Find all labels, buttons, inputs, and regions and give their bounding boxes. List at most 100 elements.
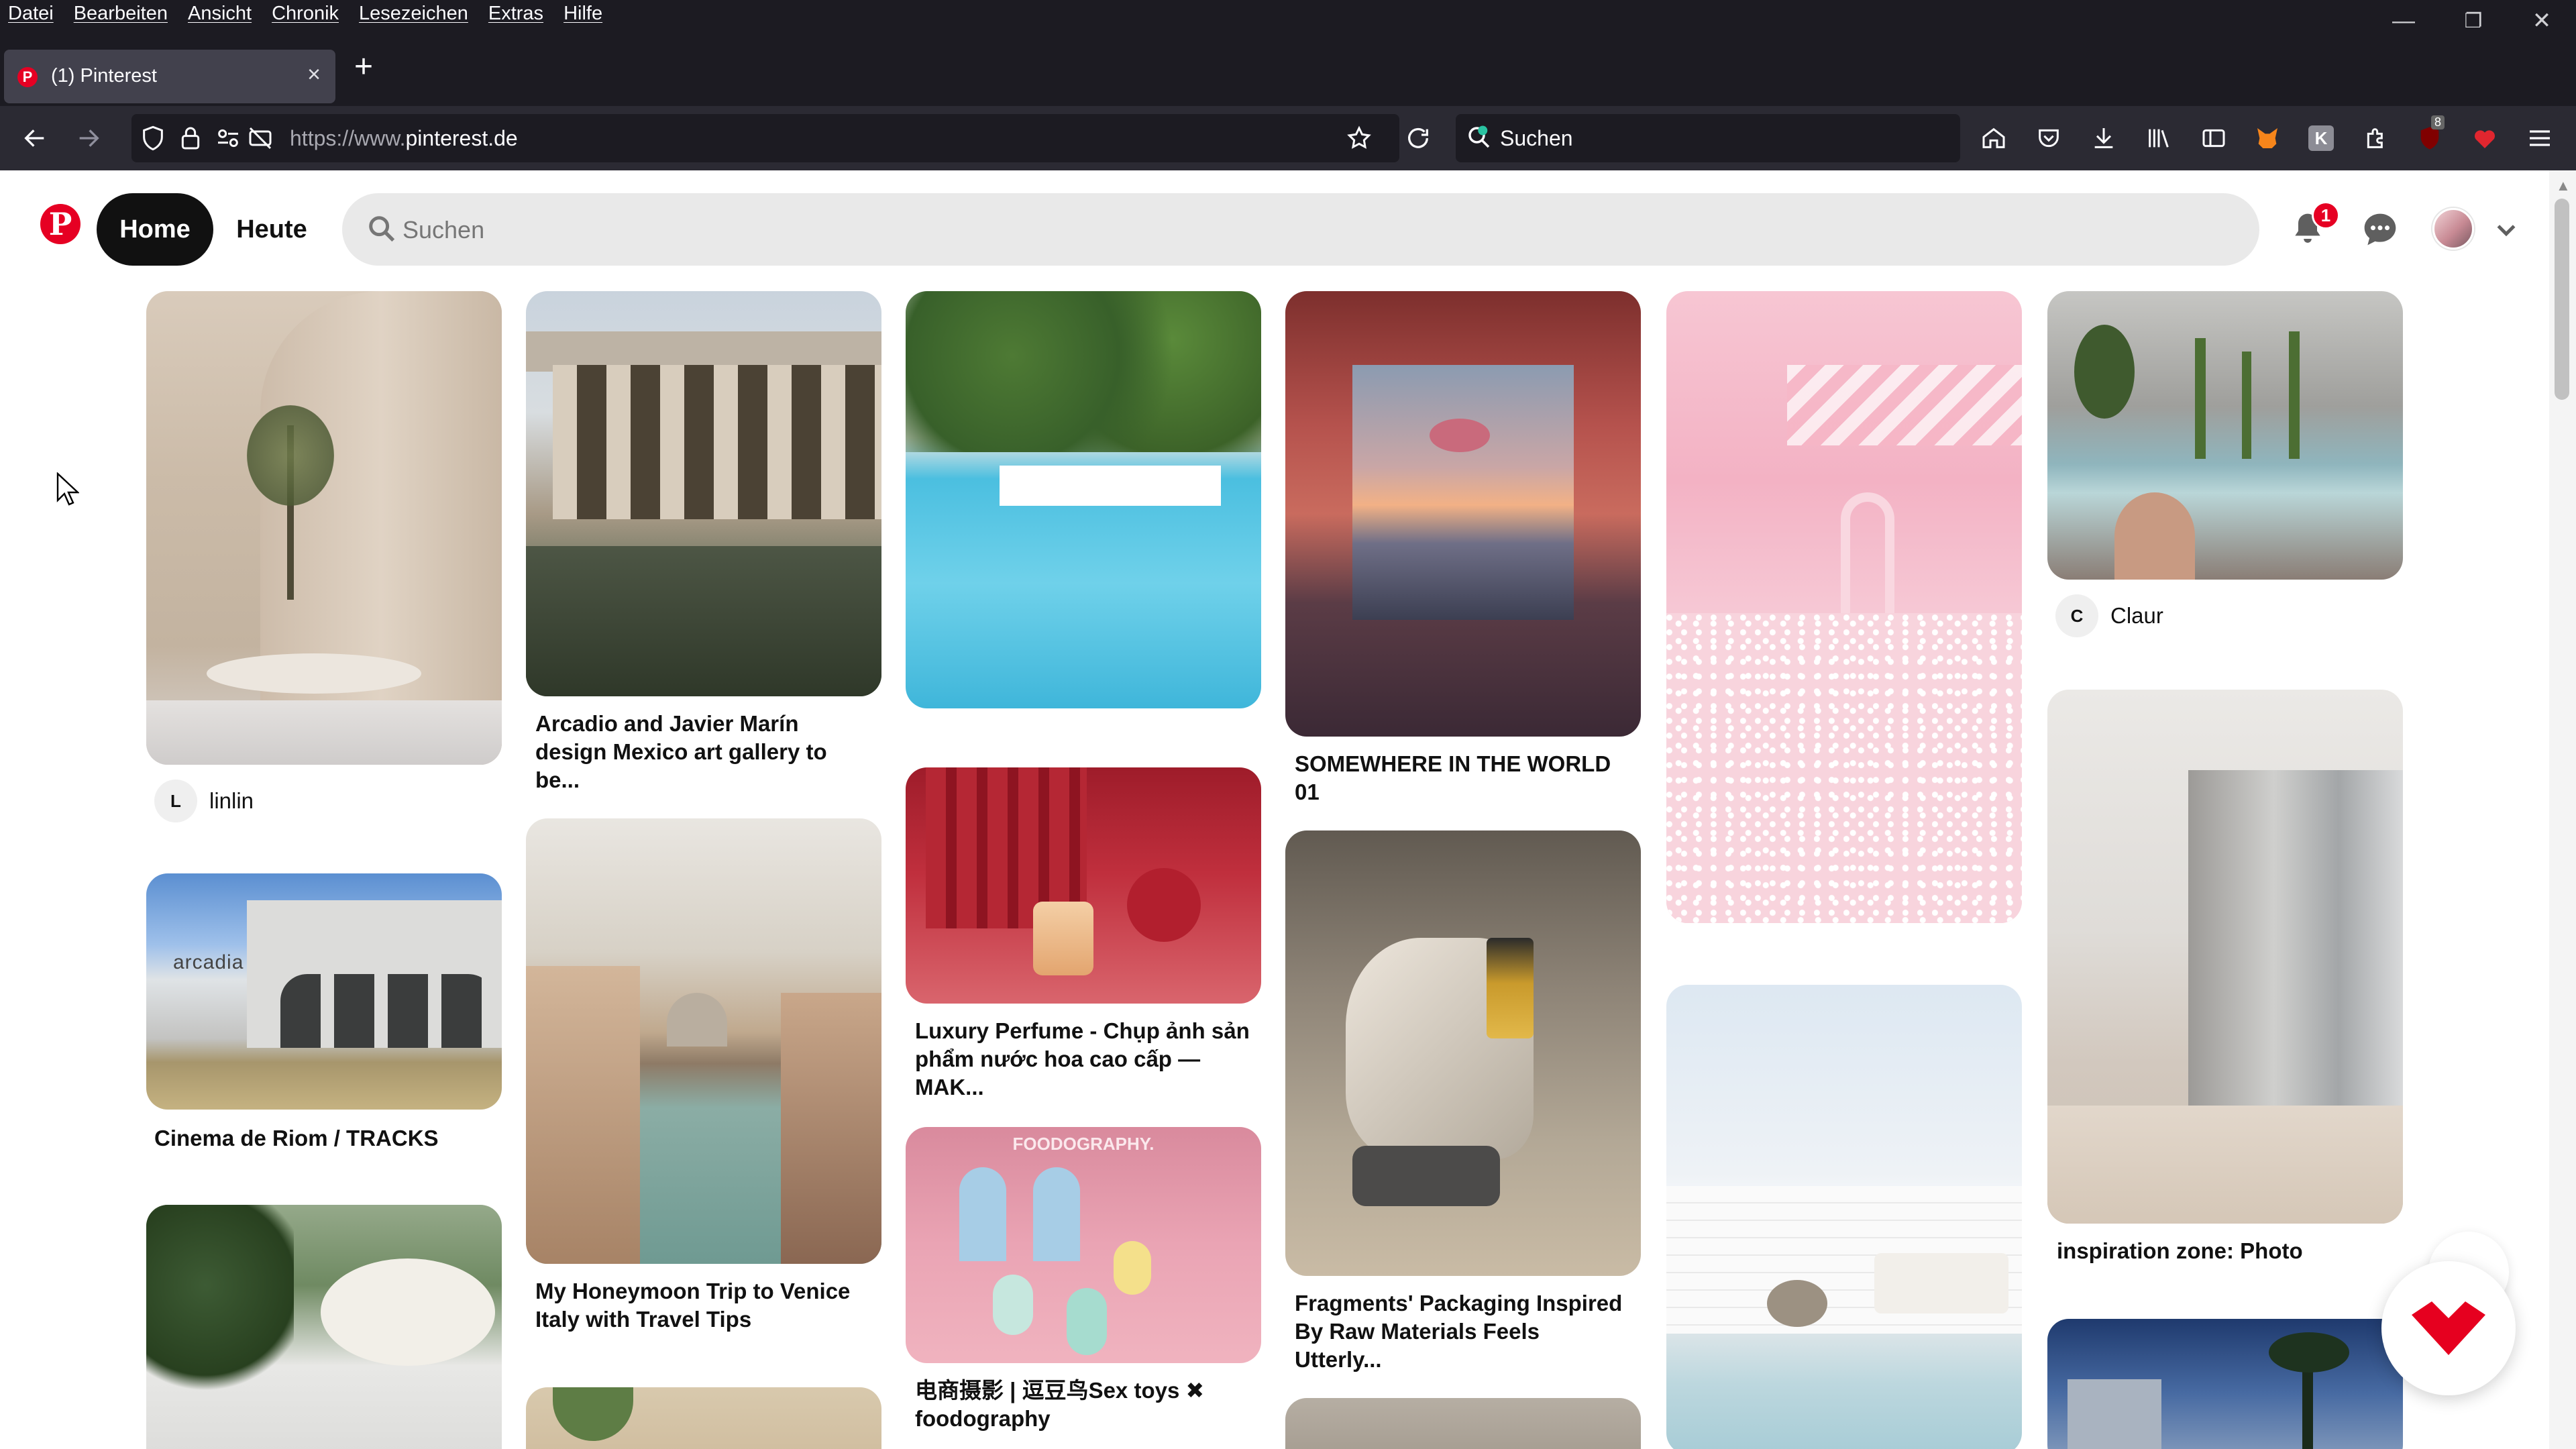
pin-image[interactable] xyxy=(1666,985,2022,1449)
reload-button[interactable] xyxy=(1399,119,1437,157)
new-tab-button[interactable]: + xyxy=(354,51,373,83)
ublock-extension-button[interactable]: 8 xyxy=(2411,115,2449,157)
download-icon xyxy=(2094,128,2113,148)
pin-caption[interactable]: Luxury Perfume - Chụp ảnh sản phẩm nước … xyxy=(915,1017,1250,1102)
pin-caption[interactable]: Cinema de Riom / TRACKS xyxy=(154,1124,490,1152)
pin-caption[interactable]: Arcadio and Javier Marín design Mexico a… xyxy=(535,710,871,794)
nav-today-button[interactable]: Heute xyxy=(221,193,322,266)
nav-home-button[interactable]: Home xyxy=(97,193,213,266)
back-button[interactable] xyxy=(16,119,54,157)
pin-caption[interactable]: My Honeymoon Trip to Venice Italy with T… xyxy=(535,1277,871,1334)
pin-image[interactable] xyxy=(906,291,1261,708)
fox-icon xyxy=(2257,128,2277,148)
pinterest-favicon-icon: P xyxy=(17,67,38,87)
user-avatar[interactable] xyxy=(2432,208,2474,250)
floating-action-button[interactable] xyxy=(2381,1261,2516,1395)
menu-hilfe[interactable]: Hilfe xyxy=(564,3,602,25)
arrow-right-icon xyxy=(79,129,99,147)
menu-extras[interactable]: Extras xyxy=(488,3,543,25)
extension-puzzle-icon xyxy=(2367,128,2383,148)
scrollbar-thumb[interactable] xyxy=(2555,199,2569,400)
downloads-button[interactable] xyxy=(2085,119,2123,157)
menu-chronik[interactable]: Chronik xyxy=(272,3,339,25)
chat-bubble-icon xyxy=(2364,213,2396,246)
search-icon xyxy=(369,216,395,242)
browser-search-bar[interactable]: Suchen xyxy=(1456,114,1960,162)
author-name: linlin xyxy=(209,788,254,813)
messages-button[interactable] xyxy=(2356,205,2404,254)
tab-pinterest[interactable]: P (1) Pinterest × xyxy=(4,50,335,103)
sidebar-button[interactable] xyxy=(2195,119,2233,157)
permissions-icon xyxy=(218,129,238,148)
sidebar-icon xyxy=(2202,129,2225,148)
pin-author[interactable]: L linlin xyxy=(154,780,254,822)
library-button[interactable] xyxy=(2140,119,2178,157)
reload-icon xyxy=(1408,127,1428,148)
hamburger-menu-icon xyxy=(2530,130,2550,146)
pin-image-text: arcadia xyxy=(173,951,244,973)
app-menu-button[interactable] xyxy=(2521,119,2559,157)
pin-caption[interactable]: 电商摄影 | 逗豆鸟Sex toys ✖ foodography xyxy=(915,1377,1250,1433)
pin-image[interactable] xyxy=(526,291,881,696)
pinterest-search-placeholder: Suchen xyxy=(402,216,485,244)
pin-image[interactable] xyxy=(526,1387,881,1449)
library-icon xyxy=(2149,129,2169,148)
video-extension-button[interactable] xyxy=(2466,119,2504,157)
home-icon xyxy=(1982,127,2005,148)
extension-button[interactable] xyxy=(2357,119,2395,157)
author-initial: L xyxy=(154,780,197,822)
account-menu-button[interactable] xyxy=(2482,205,2530,254)
author-name: Claur xyxy=(2110,603,2163,628)
pin-image[interactable] xyxy=(526,818,881,1264)
pin-image[interactable] xyxy=(2047,291,2403,580)
menu-bearbeiten[interactable]: Bearbeiten xyxy=(74,3,168,25)
menu-bar: Datei Bearbeiten Ansicht Chronik Lesezei… xyxy=(0,0,2576,34)
pinterest-search-input[interactable]: Suchen xyxy=(342,193,2259,266)
pin-image[interactable] xyxy=(1285,1398,1641,1449)
pin-image[interactable]: arcadia xyxy=(146,873,502,1110)
author-initial: C xyxy=(2055,594,2098,637)
search-engine-icon xyxy=(1468,125,1490,148)
shield-icon xyxy=(143,125,163,151)
pinterest-header: P Home Heute Suchen 1 xyxy=(0,170,2549,291)
tab-close-button[interactable]: × xyxy=(307,62,321,88)
pin-image[interactable] xyxy=(2047,690,2403,1224)
pin-image[interactable] xyxy=(146,1205,502,1449)
browser-search-placeholder: Suchen xyxy=(1500,126,1573,150)
pin-image-text: FOODOGRAPHY. xyxy=(1012,1134,1155,1154)
metamask-extension-button[interactable] xyxy=(2249,119,2286,157)
pin-caption[interactable]: inspiration zone: Photo xyxy=(2057,1237,2392,1265)
pin-author[interactable]: C Claur xyxy=(2055,594,2163,637)
arrow-left-icon xyxy=(24,129,44,147)
mouse-cursor-icon xyxy=(56,472,79,506)
chevron-down-icon xyxy=(2497,225,2516,237)
url-domain: pinterest.de xyxy=(405,126,518,150)
pin-image[interactable]: FOODOGRAPHY. xyxy=(906,1127,1261,1363)
pin-image[interactable] xyxy=(1285,830,1641,1276)
bookmark-star-icon xyxy=(1347,125,1371,149)
menu-datei[interactable]: Datei xyxy=(8,3,54,25)
forward-button[interactable] xyxy=(70,119,107,157)
pin-image[interactable] xyxy=(2047,1319,2403,1449)
menu-lesezeichen[interactable]: Lesezeichen xyxy=(359,3,468,25)
tab-bar: P (1) Pinterest × + xyxy=(0,34,2576,106)
scroll-up-arrow-icon[interactable]: ▲ xyxy=(2556,177,2571,195)
extension-k-button[interactable]: K xyxy=(2302,119,2340,157)
url-text: https://www.pinterest.de xyxy=(290,126,518,151)
pocket-button[interactable] xyxy=(2030,119,2068,157)
pin-caption[interactable]: Fragments' Packaging Inspired By Raw Mat… xyxy=(1295,1289,1630,1374)
home-button[interactable] xyxy=(1975,119,2012,157)
pinterest-logo-icon[interactable]: P xyxy=(40,204,80,244)
pin-image[interactable] xyxy=(1285,291,1641,737)
url-prefix: https://www. xyxy=(290,126,406,150)
ublock-badge: 8 xyxy=(2431,115,2445,129)
tab-title: (1) Pinterest xyxy=(51,65,157,87)
pin-image[interactable] xyxy=(906,767,1261,1004)
pocket-icon xyxy=(2039,129,2059,148)
menu-ansicht[interactable]: Ansicht xyxy=(188,3,252,25)
pin-image[interactable] xyxy=(1666,291,2022,923)
url-bar[interactable]: https://www.pinterest.de xyxy=(131,114,1399,162)
page-scrollbar[interactable]: ▲ xyxy=(2549,170,2576,1449)
pin-caption[interactable]: SOMEWHERE IN THE WORLD 01 xyxy=(1295,750,1630,806)
pin-image[interactable] xyxy=(146,291,502,765)
